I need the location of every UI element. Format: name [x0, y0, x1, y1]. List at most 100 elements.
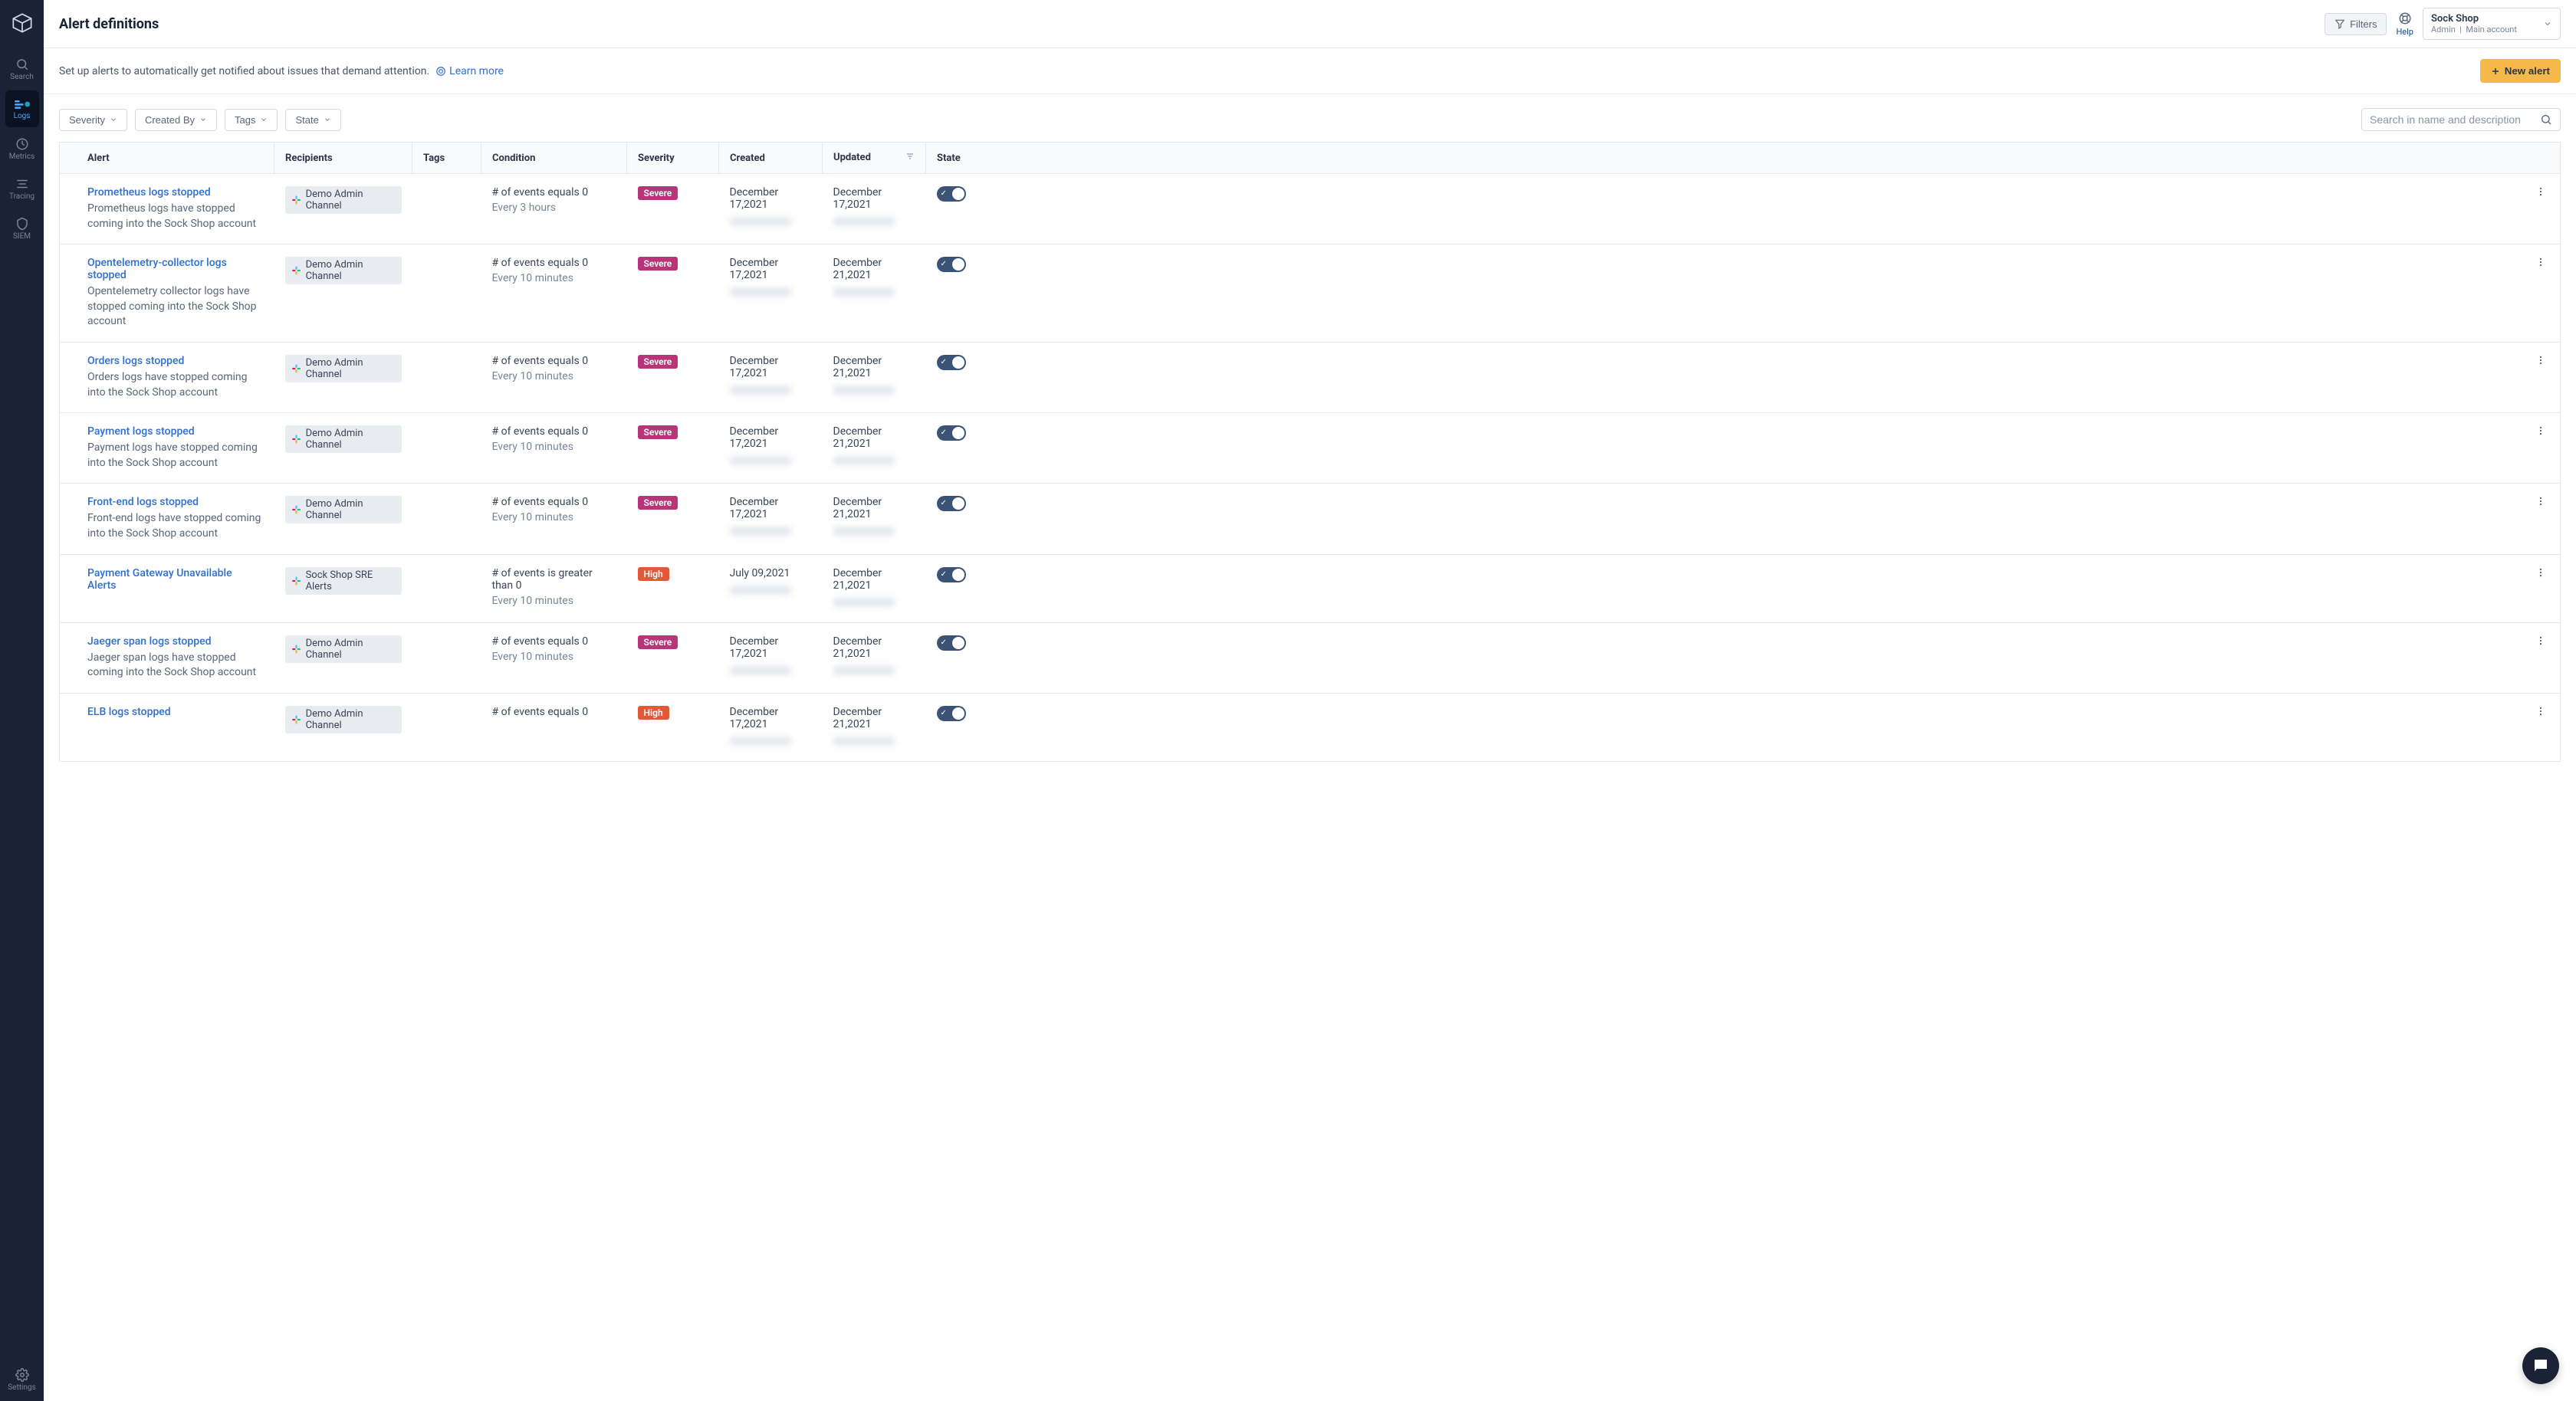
condition-text: # of events equals 0	[492, 186, 616, 199]
sidebar-item-settings[interactable]: Settings	[5, 1361, 39, 1398]
col-header-condition[interactable]: Condition	[481, 143, 627, 174]
page-title: Alert definitions	[59, 16, 2315, 32]
kebab-icon	[2535, 635, 2546, 646]
recipient-label: Demo Admin Channel	[306, 357, 396, 380]
updated-date: December 21,2021	[833, 355, 915, 379]
chevron-down-icon	[260, 116, 268, 123]
col-header-recipients[interactable]: Recipients	[274, 143, 412, 174]
learn-more-link[interactable]: Learn more	[435, 65, 504, 77]
filter-created-by[interactable]: Created By	[135, 109, 217, 131]
subheader: Set up alerts to automatically get notif…	[44, 48, 2576, 94]
check-icon: ✓	[941, 189, 947, 198]
alert-title-link[interactable]: Front-end logs stopped	[87, 496, 264, 508]
state-toggle[interactable]: ✓	[937, 706, 966, 721]
recipient-chip[interactable]: Sock Shop SRE Alerts	[285, 567, 402, 595]
created-date: December 17,2021	[730, 425, 812, 450]
search-box[interactable]	[2361, 108, 2561, 131]
check-icon: ✓	[941, 499, 947, 507]
created-date: December 17,2021	[730, 635, 812, 660]
app-logo[interactable]	[8, 9, 36, 37]
severity-badge: Severe	[638, 496, 678, 510]
state-toggle[interactable]: ✓	[937, 186, 966, 202]
recipient-chip[interactable]: Demo Admin Channel	[285, 257, 402, 284]
account-name: Sock Shop	[2431, 13, 2517, 25]
recipient-chip[interactable]: Demo Admin Channel	[285, 635, 402, 663]
alert-title-link[interactable]: Payment Gateway Unavailable Alerts	[87, 567, 264, 592]
recipient-chip[interactable]: Demo Admin Channel	[285, 355, 402, 382]
chevron-down-icon	[199, 116, 207, 123]
sidebar-item-label: Search	[10, 73, 34, 81]
row-actions-menu[interactable]	[2532, 424, 2549, 442]
row-actions-menu[interactable]	[2532, 185, 2549, 203]
alert-description: Front-end logs have stopped coming into …	[87, 511, 264, 541]
created-date: December 17,2021	[730, 355, 812, 379]
col-header-updated[interactable]: Updated	[823, 143, 926, 174]
sidebar-item-tracing[interactable]: Tracing	[5, 170, 39, 207]
topbar: Alert definitions Filters Help Sock Shop…	[44, 0, 2576, 48]
updated-date: December 21,2021	[833, 425, 915, 450]
slack-icon	[291, 363, 301, 374]
col-header-created[interactable]: Created	[719, 143, 823, 174]
row-actions-menu[interactable]	[2532, 704, 2549, 723]
recipient-chip[interactable]: Demo Admin Channel	[285, 706, 402, 733]
row-actions-menu[interactable]	[2532, 566, 2549, 584]
severity-badge: High	[638, 567, 669, 581]
alert-title-link[interactable]: Payment logs stopped	[87, 425, 264, 438]
alert-title-link[interactable]: ELB logs stopped	[87, 706, 264, 718]
updated-date: December 21,2021	[833, 257, 915, 281]
chevron-down-icon	[2543, 19, 2552, 28]
redacted-text	[730, 527, 791, 536]
state-toggle[interactable]: ✓	[937, 496, 966, 511]
row-actions-menu[interactable]	[2532, 494, 2549, 513]
check-icon: ✓	[941, 638, 947, 647]
condition-text: # of events equals 0	[492, 425, 616, 438]
updated-date: December 21,2021	[833, 635, 915, 660]
sidebar-item-logs[interactable]: Logs	[5, 90, 39, 127]
row-actions-menu[interactable]	[2532, 353, 2549, 372]
recipient-chip[interactable]: Demo Admin Channel	[285, 496, 402, 523]
alert-description: Opentelemetry collector logs have stoppe…	[87, 284, 264, 330]
sidebar-item-search[interactable]: Search	[5, 51, 39, 87]
row-actions-menu[interactable]	[2532, 255, 2549, 274]
filter-state[interactable]: State	[285, 109, 340, 131]
state-toggle[interactable]: ✓	[937, 257, 966, 272]
redacted-text	[833, 386, 895, 395]
col-header-tags[interactable]: Tags	[412, 143, 481, 174]
account-subtext: Admin | Main account	[2431, 25, 2517, 34]
updated-date: December 21,2021	[833, 567, 915, 592]
filters-button[interactable]: Filters	[2325, 13, 2387, 35]
created-date: July 09,2021	[730, 567, 812, 579]
table-row: Front-end logs stopped Front-end logs ha…	[60, 484, 2561, 554]
alert-title-link[interactable]: Opentelemetry-collector logs stopped	[87, 257, 264, 281]
sidebar-item-metrics[interactable]: Metrics	[5, 130, 39, 167]
filter-tags[interactable]: Tags	[225, 109, 278, 131]
kebab-icon	[2535, 496, 2546, 507]
search-input[interactable]	[2370, 113, 2540, 126]
intercom-launcher[interactable]	[2522, 1347, 2559, 1384]
sidebar: Search Logs Metrics Tracing SIEM	[0, 0, 44, 1401]
filter-icon	[2334, 18, 2345, 29]
alert-title-link[interactable]: Orders logs stopped	[87, 355, 264, 367]
account-switcher[interactable]: Sock Shop Admin | Main account	[2423, 8, 2561, 40]
state-toggle[interactable]: ✓	[937, 635, 966, 651]
alert-title-link[interactable]: Prometheus logs stopped	[87, 186, 264, 199]
condition-interval: Every 10 minutes	[492, 370, 616, 382]
recipient-chip[interactable]: Demo Admin Channel	[285, 425, 402, 453]
filter-severity[interactable]: Severity	[59, 109, 127, 131]
check-icon: ✓	[941, 428, 947, 437]
kebab-icon	[2535, 355, 2546, 366]
row-actions-menu[interactable]	[2532, 634, 2549, 652]
help-button[interactable]: Help	[2396, 11, 2413, 37]
new-alert-button[interactable]: New alert	[2480, 59, 2561, 83]
sidebar-item-siem[interactable]: SIEM	[5, 210, 39, 247]
condition-interval: Every 10 minutes	[492, 511, 616, 523]
state-toggle[interactable]: ✓	[937, 355, 966, 370]
alert-title-link[interactable]: Jaeger span logs stopped	[87, 635, 264, 648]
recipient-chip[interactable]: Demo Admin Channel	[285, 186, 402, 214]
state-toggle[interactable]: ✓	[937, 567, 966, 582]
col-header-severity[interactable]: Severity	[627, 143, 719, 174]
state-toggle[interactable]: ✓	[937, 425, 966, 441]
kebab-icon	[2535, 257, 2546, 267]
col-header-alert[interactable]: Alert	[60, 143, 274, 174]
col-header-state[interactable]: State	[926, 143, 2561, 174]
